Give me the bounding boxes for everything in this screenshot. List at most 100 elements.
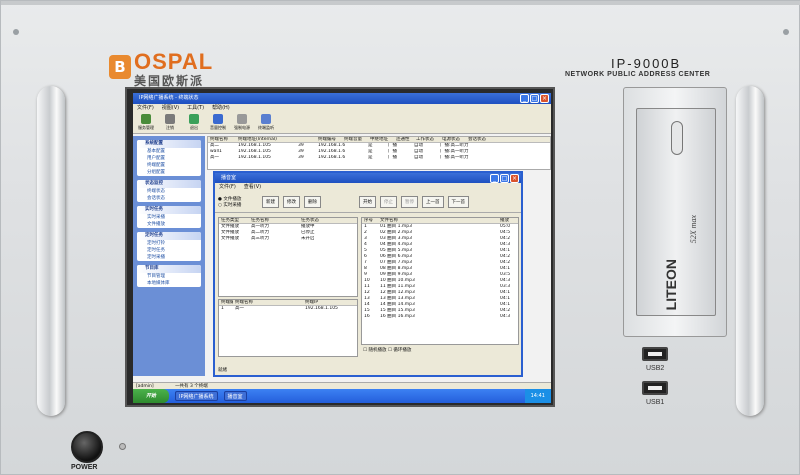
- sidebar-group: 实时任务 实时采播 文件播放: [137, 206, 201, 228]
- new-button[interactable]: 新建: [262, 195, 279, 208]
- left-rack-handle: [37, 86, 65, 416]
- sidebar-item[interactable]: 终端配置: [137, 162, 201, 169]
- device-subtitle: NETWORK PUBLIC ADDRESS CENTER: [565, 71, 711, 78]
- model-number: IP-9000B: [611, 56, 682, 71]
- monitor-icon: [261, 114, 271, 124]
- next-button[interactable]: 下一首: [447, 195, 469, 208]
- sidebar-item[interactable]: 文件播放: [137, 221, 201, 228]
- minimize-button[interactable]: _: [520, 94, 529, 103]
- sidebar-group-title[interactable]: 定时任务: [137, 232, 201, 240]
- sidebar-item[interactable]: 定时采播: [137, 254, 201, 261]
- usb-port-icon[interactable]: [642, 381, 668, 395]
- sidebar-item[interactable]: 基本配置: [137, 148, 201, 155]
- menu-file[interactable]: 文件(F): [137, 104, 154, 112]
- mode-radio-group: ● 文件播放 ○ 实时采播: [218, 196, 258, 208]
- logout-button[interactable]: 注销: [161, 114, 179, 131]
- menu-tools[interactable]: 工具(T): [187, 104, 204, 112]
- task-list: 任务类型 任务名称 任务状态 文件播放 高一听力 播放中 文件播放 高二听力 已停止 文件播…: [218, 217, 358, 297]
- app-menubar: 文件(F) 视图(V) 工具(T) 帮助(H): [133, 104, 551, 112]
- radio-live[interactable]: ○ 实时采播: [218, 202, 258, 208]
- dialog-close-button[interactable]: ×: [510, 174, 519, 183]
- power-control-button[interactable]: 强制电源: [233, 114, 251, 131]
- menu-view[interactable]: 视图(V): [162, 104, 179, 112]
- table-row[interactable]: 高一 192.168.1.105 39 192.168.1.6 是广播 自动 广播:高一听力: [208, 155, 550, 161]
- sidebar-group-title[interactable]: 状态监控: [137, 180, 201, 188]
- windows-taskbar: 开始 IP网络广播系统 播音室 14:41: [133, 389, 551, 403]
- system-tray-clock: 14:41: [524, 389, 551, 403]
- usb-port-icon[interactable]: [642, 347, 668, 361]
- sidebar: 系统配置 基本配置 用户配置 终端配置 分组配置 状态监控 终端状态 会话状态 …: [133, 136, 205, 376]
- pause-button[interactable]: 暂停: [401, 195, 418, 208]
- power-button[interactable]: [71, 431, 103, 463]
- start-button[interactable]: 开始: [133, 389, 169, 403]
- app-titlebar: IP网络广播系统 - 终端状态 _ □ ×: [133, 93, 551, 104]
- exit-button[interactable]: 退出: [185, 114, 203, 131]
- taskbar-item[interactable]: IP网络广播系统: [175, 391, 218, 401]
- app-title: IP网络广播系统 - 终端状态: [139, 95, 199, 101]
- dialog-toolbar: ● 文件播放 ○ 实时采播 新建 修改 删除 开始 停止 暂停 上一首 下一首: [215, 191, 521, 213]
- sidebar-item[interactable]: 终端状态: [137, 188, 201, 195]
- usb-label: USB2: [646, 365, 665, 372]
- menu-help[interactable]: 帮助(H): [212, 104, 230, 112]
- delete-button[interactable]: 删除: [304, 195, 321, 208]
- dialog-minimize-button[interactable]: _: [490, 174, 499, 183]
- screw: [13, 29, 19, 35]
- app-toolbar: 服务管理 注销 退出 音量控制 强制电源 终端监听: [133, 112, 551, 134]
- dialog-maximize-button[interactable]: □: [500, 174, 509, 183]
- broadcast-room-dialog: 播音室 _ □ × 文件(F) 查看(V) ● 文件播放 ○ 实时采播 新建 修…: [213, 171, 523, 377]
- file-row[interactable]: 16 16 曲目 16.mp3 04:3: [362, 314, 518, 320]
- user-icon: [165, 114, 175, 124]
- screw: [783, 29, 789, 35]
- drive-brand-label: LITEON: [663, 259, 679, 311]
- task-row[interactable]: 文件播放 高三听力 未开启: [219, 236, 357, 242]
- random-play-checkbox[interactable]: ☐ 随机播放: [363, 348, 386, 353]
- monitor-button[interactable]: 终端监听: [257, 114, 275, 131]
- terminal-list: 终端编号终端名称终端IP 1高一192.168.1.105: [218, 299, 358, 357]
- usb-label: USB1: [646, 399, 665, 406]
- sidebar-group-title[interactable]: 系统配置: [137, 140, 201, 148]
- volume-button[interactable]: 音量控制: [209, 114, 227, 131]
- sidebar-group-title[interactable]: 实时任务: [137, 206, 201, 214]
- sidebar-item[interactable]: 定时打铃: [137, 240, 201, 247]
- stop-button[interactable]: 停止: [380, 195, 397, 208]
- top-rail: [1, 1, 800, 5]
- drive-speed-label: 52X max: [689, 215, 698, 244]
- exit-icon: [189, 114, 199, 124]
- printer-icon: [237, 114, 247, 124]
- sidebar-item[interactable]: 分组配置: [137, 169, 201, 176]
- volume-icon: [213, 114, 223, 124]
- sidebar-group-title[interactable]: 节目库: [137, 265, 201, 273]
- eject-button[interactable]: [671, 121, 683, 155]
- sidebar-group: 节目库 节目管理 本地媒体库: [137, 265, 201, 287]
- dialog-menu-view[interactable]: 查看(V): [244, 183, 261, 191]
- sidebar-item[interactable]: 会话状态: [137, 195, 201, 202]
- close-button[interactable]: ×: [540, 94, 549, 103]
- disc-tray[interactable]: 52X max LITEON: [636, 108, 716, 316]
- sidebar-item[interactable]: 节目管理: [137, 273, 201, 280]
- sidebar-item[interactable]: 用户配置: [137, 155, 201, 162]
- sidebar-group: 定时任务 定时打铃 定时任务 定时采播: [137, 232, 201, 261]
- play-button[interactable]: 开始: [359, 195, 376, 208]
- lcd-screen: IP网络广播系统 - 终端状态 _ □ × 文件(F) 视图(V) 工具(T) …: [133, 93, 551, 403]
- service-button[interactable]: 服务管理: [137, 114, 155, 131]
- taskbar-item[interactable]: 播音室: [223, 391, 247, 401]
- dialog-menu-file[interactable]: 文件(F): [219, 183, 236, 191]
- service-icon: [141, 114, 151, 124]
- terminal-status-table: 终端名称 终端地址(Internal) 终端编号 终端音量 中继地址 连通性 工…: [207, 136, 551, 170]
- sidebar-group: 系统配置 基本配置 用户配置 终端配置 分组配置: [137, 140, 201, 176]
- lcd-screen-frame: IP网络广播系统 - 终端状态 _ □ × 文件(F) 视图(V) 工具(T) …: [125, 87, 555, 407]
- terminal-row[interactable]: 1 高一 192.168.1.105: [219, 306, 357, 312]
- sidebar-item[interactable]: 实时采播: [137, 214, 201, 221]
- app-statusbar: [admin] 一共有 3 个终端: [133, 382, 551, 389]
- sidebar-item[interactable]: 定时任务: [137, 247, 201, 254]
- dialog-titlebar: 播音室 _ □ ×: [215, 173, 521, 183]
- sidebar-item[interactable]: 本地媒体库: [137, 280, 201, 287]
- loop-play-checkbox[interactable]: ☐ 循环播放: [388, 348, 411, 353]
- prev-button[interactable]: 上一首: [422, 195, 444, 208]
- edit-button[interactable]: 修改: [283, 195, 300, 208]
- dialog-title: 播音室: [221, 175, 237, 181]
- device-chassis: B OSPAL 美国欧斯派 IP-9000B NETWORK PUBLIC AD…: [0, 0, 800, 475]
- file-list: 序号 文件名称 播放 1 01 曲目 1.mp3 05:0 2 02 曲目 2.mp3 04:…: [361, 217, 519, 345]
- play-options: ☐ 随机播放 ☐ 循环播放: [363, 347, 411, 353]
- maximize-button[interactable]: □: [530, 94, 539, 103]
